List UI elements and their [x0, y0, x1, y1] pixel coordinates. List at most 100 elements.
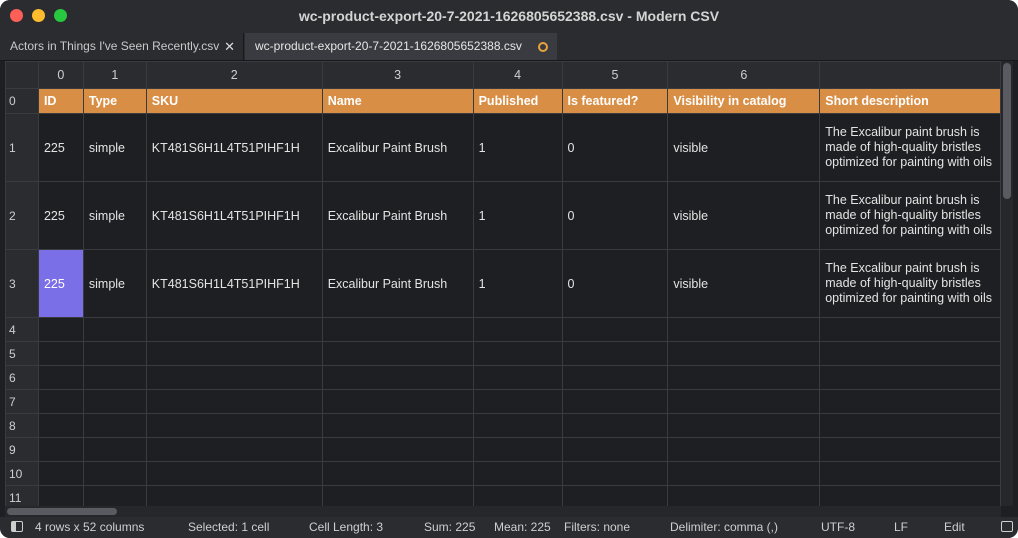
cell[interactable]	[819, 317, 1001, 342]
cell[interactable]: simple	[82, 113, 147, 182]
cell[interactable]: ID	[37, 88, 84, 114]
cell[interactable]	[667, 341, 821, 366]
cell[interactable]: Is featured?	[561, 88, 669, 114]
cell[interactable]	[472, 437, 563, 462]
cell[interactable]	[321, 317, 474, 342]
vertical-scroll-thumb[interactable]	[1003, 63, 1011, 199]
row-header[interactable]: 1	[5, 113, 39, 182]
cell[interactable]: visible	[667, 249, 821, 318]
cell[interactable]	[819, 365, 1001, 390]
tab-actors-csv[interactable]: Actors in Things I've Seen Recently.csv …	[0, 33, 244, 60]
horizontal-scroll-thumb[interactable]	[7, 508, 117, 515]
cell[interactable]	[819, 485, 1001, 506]
cell[interactable]	[321, 341, 474, 366]
cell[interactable]: SKU	[145, 88, 323, 114]
cell[interactable]	[82, 413, 147, 438]
cell[interactable]	[472, 485, 563, 506]
close-icon[interactable]: ✕	[224, 33, 235, 60]
cell[interactable]	[82, 437, 147, 462]
cell[interactable]	[561, 317, 669, 342]
cell[interactable]	[819, 413, 1001, 438]
cell[interactable]	[321, 461, 474, 486]
cell[interactable]	[472, 317, 563, 342]
cell[interactable]	[145, 389, 323, 414]
cell[interactable]: 225	[37, 113, 84, 182]
cell[interactable]: Excalibur Paint Brush	[321, 113, 474, 182]
cell[interactable]	[82, 389, 147, 414]
cell[interactable]: The Excalibur paint brush is made of hig…	[819, 113, 1001, 182]
cell[interactable]	[561, 341, 669, 366]
cell[interactable]	[37, 389, 84, 414]
row-header[interactable]: 2	[5, 181, 39, 250]
cell[interactable]	[145, 341, 323, 366]
row-header[interactable]: 0	[5, 88, 39, 114]
cell[interactable]: simple	[82, 181, 147, 250]
cell[interactable]: 1	[472, 181, 563, 250]
row-header[interactable]: 11	[5, 485, 39, 506]
cell[interactable]: 1	[472, 249, 563, 318]
cell[interactable]: Type	[82, 88, 147, 114]
cell[interactable]	[667, 485, 821, 506]
cell[interactable]	[667, 365, 821, 390]
cell[interactable]	[561, 413, 669, 438]
cell[interactable]	[82, 485, 147, 506]
row-header[interactable]: 8	[5, 413, 39, 438]
row-header[interactable]: 9	[5, 437, 39, 462]
cell[interactable]	[82, 341, 147, 366]
cell[interactable]	[145, 437, 323, 462]
column-header[interactable]: 2	[145, 61, 323, 89]
corner-cell[interactable]	[5, 61, 39, 89]
cell[interactable]	[82, 365, 147, 390]
cell[interactable]	[472, 365, 563, 390]
cell[interactable]: KT481S6H1L4T51PIHF1H	[145, 181, 323, 250]
cell[interactable]: Visibility in catalog	[667, 88, 821, 114]
cell[interactable]	[472, 389, 563, 414]
cell[interactable]	[667, 461, 821, 486]
tab-wc-product-export[interactable]: wc-product-export-20-7-2021-162680565238…	[245, 33, 557, 60]
cell[interactable]	[561, 389, 669, 414]
cell[interactable]	[82, 461, 147, 486]
cell[interactable]	[37, 437, 84, 462]
cell[interactable]	[321, 437, 474, 462]
cell[interactable]	[321, 365, 474, 390]
row-header[interactable]: 10	[5, 461, 39, 486]
cell[interactable]	[145, 365, 323, 390]
row-header[interactable]: 7	[5, 389, 39, 414]
cell[interactable]	[561, 461, 669, 486]
cell[interactable]	[145, 317, 323, 342]
column-header[interactable]: 0	[37, 61, 84, 89]
cell[interactable]	[321, 485, 474, 506]
cell[interactable]	[37, 485, 84, 506]
column-header[interactable]: 6	[667, 61, 821, 89]
cell[interactable]	[472, 341, 563, 366]
cell[interactable]	[37, 317, 84, 342]
cell[interactable]	[37, 365, 84, 390]
status-mode[interactable]: Edit	[944, 517, 965, 538]
row-header[interactable]: 5	[5, 341, 39, 366]
cell[interactable]	[667, 437, 821, 462]
status-delimiter[interactable]: Delimiter: comma (,)	[670, 517, 778, 538]
cell[interactable]	[819, 461, 1001, 486]
cell[interactable]: 0	[561, 181, 669, 250]
cell[interactable]	[472, 413, 563, 438]
cell[interactable]: 225	[37, 181, 84, 250]
inspector-toggle-icon[interactable]	[1001, 521, 1013, 532]
status-encoding[interactable]: UTF-8	[821, 517, 855, 538]
column-header[interactable]: 5	[561, 61, 669, 89]
cell[interactable]: 0	[561, 249, 669, 318]
cell[interactable]	[667, 413, 821, 438]
cell[interactable]	[82, 317, 147, 342]
cell[interactable]: The Excalibur paint brush is made of hig…	[819, 249, 1001, 318]
cell[interactable]	[37, 413, 84, 438]
cell[interactable]: The Excalibur paint brush is made of hig…	[819, 181, 1001, 250]
cell[interactable]: Excalibur Paint Brush	[321, 181, 474, 250]
cell[interactable]	[145, 485, 323, 506]
cell[interactable]	[561, 437, 669, 462]
cell[interactable]	[145, 413, 323, 438]
cell[interactable]	[321, 389, 474, 414]
sidebar-toggle-icon[interactable]	[11, 521, 23, 532]
cell[interactable]: 1	[472, 113, 563, 182]
cell[interactable]	[37, 461, 84, 486]
cell[interactable]	[819, 341, 1001, 366]
cell[interactable]: Published	[472, 88, 563, 114]
